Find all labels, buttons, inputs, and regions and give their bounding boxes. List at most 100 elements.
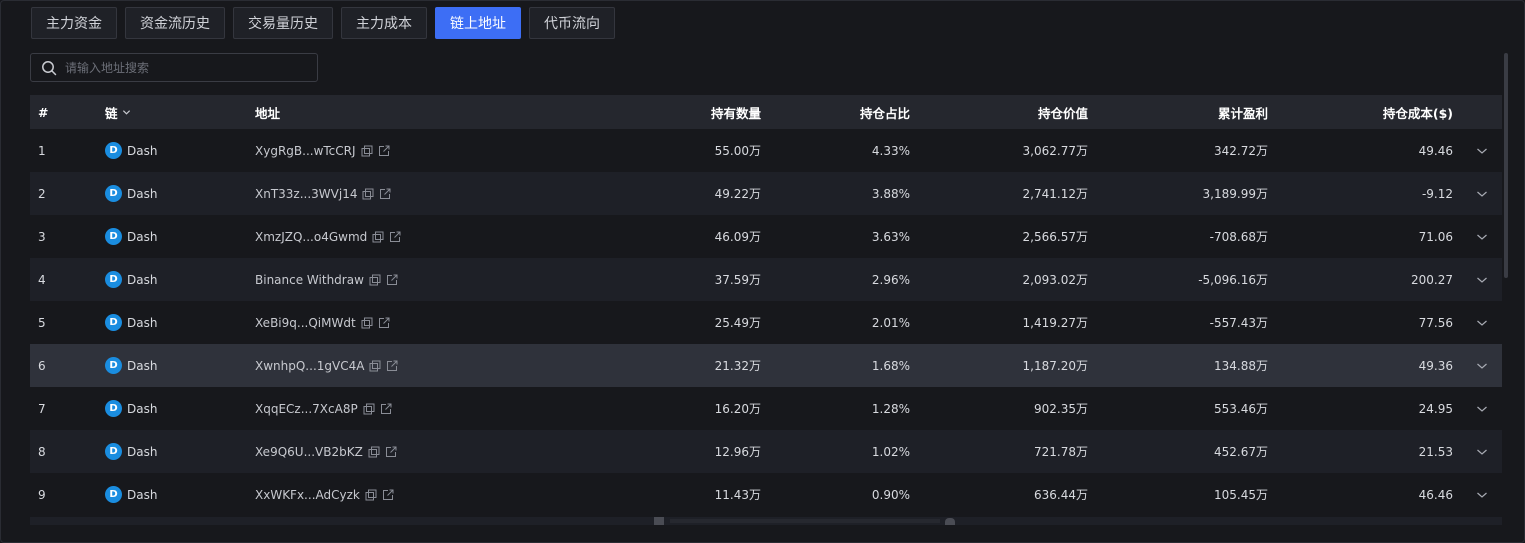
scroll-right-handle[interactable] <box>945 518 955 525</box>
row-cost: 49.46 <box>1418 143 1453 158</box>
copy-icon[interactable] <box>372 231 384 243</box>
row-cost: -9.12 <box>1421 186 1453 201</box>
tab-onchain-address[interactable]: 链上地址 <box>435 7 521 39</box>
scroll-left-handle[interactable] <box>654 517 664 525</box>
row-cost: 49.36 <box>1418 358 1453 373</box>
row-expand-button[interactable] <box>1470 387 1494 430</box>
external-link-icon[interactable] <box>379 188 391 200</box>
row-value: 2,566.57万 <box>1022 230 1088 244</box>
row-index: 1 <box>38 143 46 158</box>
row-pnl: -557.43万 <box>1209 316 1268 330</box>
row-expand-button[interactable] <box>1470 301 1494 344</box>
address-label: XxWKFx...AdCyzk <box>255 487 360 502</box>
row-quantity: 12.96万 <box>714 445 761 459</box>
table-row[interactable]: 1 D Dash XygRgB...wTcCRJ 55.00万 4.33% 3,… <box>30 129 1502 172</box>
external-link-icon[interactable] <box>386 274 398 286</box>
row-expand-button[interactable] <box>1470 172 1494 215</box>
row-quantity: 37.59万 <box>714 273 761 287</box>
table-row[interactable]: 7 D Dash XqqECz...7XcA8P 16.20万 1.28% 90… <box>30 387 1502 430</box>
header-address: 地址 <box>255 105 281 121</box>
row-address: XnT33z...3WVj14 <box>255 172 555 215</box>
row-pnl: 452.67万 <box>1214 445 1268 459</box>
row-chain: D Dash <box>105 301 245 344</box>
copy-icon[interactable] <box>363 403 375 415</box>
header-quantity: 持有数量 <box>710 105 761 121</box>
chain-label: Dash <box>127 487 158 502</box>
chevron-down-icon <box>1477 449 1487 455</box>
row-value: 721.78万 <box>1034 445 1088 459</box>
header-cost: 持仓成本($) <box>1382 105 1453 121</box>
table-row[interactable]: 9 D Dash XxWKFx...AdCyzk 11.43万 0.90% 63… <box>30 473 1502 516</box>
copy-icon[interactable] <box>361 317 373 329</box>
dash-coin-icon: D <box>105 142 122 159</box>
chevron-down-icon <box>1477 363 1487 369</box>
row-pnl: 105.45万 <box>1214 488 1268 502</box>
row-cost: 77.56 <box>1418 315 1453 330</box>
row-quantity: 55.00万 <box>714 144 761 158</box>
address-label: XmzJZQ...o4Gwmd <box>255 229 368 244</box>
scroll-track[interactable] <box>670 519 940 523</box>
external-link-icon[interactable] <box>378 317 390 329</box>
row-share: 3.63% <box>871 229 910 244</box>
table-row[interactable]: 4 D Dash Binance Withdraw 37.59万 2.96% 2… <box>30 258 1502 301</box>
header-chain-filter[interactable]: 链 <box>105 95 245 129</box>
row-cost: 21.53 <box>1418 444 1453 459</box>
row-expand-button[interactable] <box>1470 129 1494 172</box>
row-share: 1.28% <box>871 401 910 416</box>
row-quantity: 11.43万 <box>714 488 761 502</box>
chain-label: Dash <box>127 186 158 201</box>
copy-icon[interactable] <box>362 188 374 200</box>
row-chain: D Dash <box>105 215 245 258</box>
row-pnl: 134.88万 <box>1214 359 1268 373</box>
table-row[interactable]: 2 D Dash XnT33z...3WVj14 49.22万 3.88% 2,… <box>30 172 1502 215</box>
copy-icon[interactable] <box>369 274 381 286</box>
panel-frame: 主力资金 资金流历史 交易量历史 主力成本 链上地址 代币流向 # 链 地址 持… <box>0 0 1525 543</box>
tab-main-cost[interactable]: 主力成本 <box>341 7 427 39</box>
copy-icon[interactable] <box>369 360 381 372</box>
copy-icon[interactable] <box>368 446 380 458</box>
row-address: Binance Withdraw <box>255 258 555 301</box>
table-row[interactable]: 3 D Dash XmzJZQ...o4Gwmd 46.09万 3.63% 2,… <box>30 215 1502 258</box>
external-link-icon[interactable] <box>380 403 392 415</box>
row-pnl: 342.72万 <box>1214 144 1268 158</box>
copy-icon[interactable] <box>361 145 373 157</box>
search-input[interactable] <box>65 60 295 75</box>
external-link-icon[interactable] <box>385 446 397 458</box>
row-quantity: 49.22万 <box>714 187 761 201</box>
external-link-icon[interactable] <box>378 145 390 157</box>
table-row[interactable]: 8 D Dash Xe9Q6U...VB2bKZ 12.96万 1.02% 72… <box>30 430 1502 473</box>
external-link-icon[interactable] <box>386 360 398 372</box>
row-index: 3 <box>38 229 46 244</box>
row-expand-button[interactable] <box>1470 344 1494 387</box>
vertical-scrollbar[interactable] <box>1504 53 1508 278</box>
row-expand-button[interactable] <box>1470 473 1494 516</box>
horizontal-scrollbar[interactable] <box>30 517 1502 525</box>
row-expand-button[interactable] <box>1470 258 1494 301</box>
external-link-icon[interactable] <box>389 231 401 243</box>
row-quantity: 21.32万 <box>714 359 761 373</box>
row-cost: 24.95 <box>1418 401 1453 416</box>
row-address: XmzJZQ...o4Gwmd <box>255 215 555 258</box>
row-value: 902.35万 <box>1034 402 1088 416</box>
row-quantity: 46.09万 <box>714 230 761 244</box>
row-expand-button[interactable] <box>1470 215 1494 258</box>
dash-coin-icon: D <box>105 357 122 374</box>
table-row[interactable]: 6 D Dash XwnhpQ...1gVC4A 21.32万 1.68% 1,… <box>30 344 1502 387</box>
dash-coin-icon: D <box>105 185 122 202</box>
row-expand-button[interactable] <box>1470 430 1494 473</box>
chevron-down-icon <box>1477 148 1487 154</box>
external-link-icon[interactable] <box>382 489 394 501</box>
tab-token-flow[interactable]: 代币流向 <box>529 7 615 39</box>
table-row[interactable]: 5 D Dash XeBi9q...QiMWdt 25.49万 2.01% 1,… <box>30 301 1502 344</box>
row-pnl: -708.68万 <box>1209 230 1268 244</box>
tab-fund-flow-history[interactable]: 资金流历史 <box>125 7 225 39</box>
copy-icon[interactable] <box>365 489 377 501</box>
row-chain: D Dash <box>105 473 245 516</box>
row-cost: 200.27 <box>1411 272 1453 287</box>
row-index: 4 <box>38 272 46 287</box>
chevron-down-icon <box>1477 277 1487 283</box>
tab-main-funds[interactable]: 主力资金 <box>31 7 117 39</box>
table-header: # 链 地址 持有数量 持仓占比 持仓价值 累计盈利 持仓成本($) <box>30 95 1502 129</box>
chain-label: Dash <box>127 272 158 287</box>
tab-volume-history[interactable]: 交易量历史 <box>233 7 333 39</box>
